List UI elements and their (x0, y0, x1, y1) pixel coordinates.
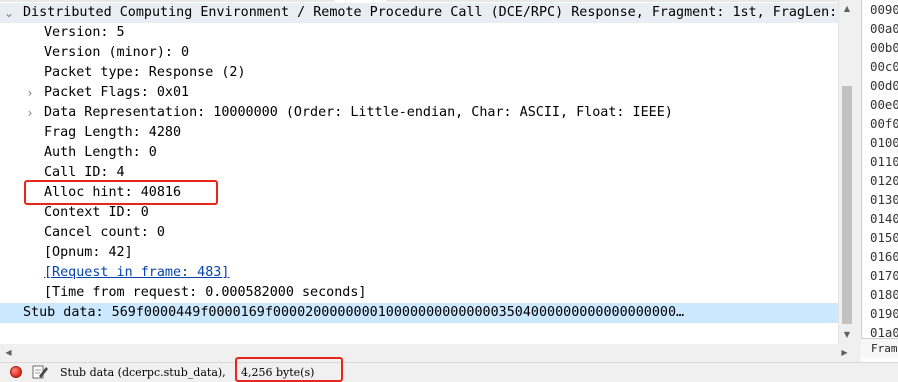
tree-row-version-minor[interactable]: Version (minor): 0 (0, 43, 838, 63)
hex-offset: 0170 (870, 268, 898, 283)
tree-row-label: Data Representation: 10000000 (Order: Li… (44, 105, 673, 120)
scroll-down-arrow-icon[interactable]: ▼ (839, 326, 855, 343)
tree-row-label: [Time from request: 0.000582000 seconds] (44, 285, 367, 300)
tree-row-data-representation[interactable]: › Data Representation: 10000000 (Order: … (0, 103, 838, 123)
packet-bytes-pane[interactable]: 0090 00a0 00b0 00c0 00d0 00e0 00f0 0100 … (861, 0, 898, 338)
expert-info-red-dot-icon[interactable] (10, 366, 22, 378)
alloc-hint-highlight-box (24, 180, 218, 205)
tree-row-label: Packet Flags: 0x01 (44, 85, 190, 100)
tree-row-label: Cancel count: 0 (44, 225, 165, 240)
hex-offset: 0110 (870, 154, 898, 169)
tree-row-request-in-frame[interactable]: [Request in frame: 483] (0, 263, 838, 283)
tree-row-label: Stub data: 569f0000449f0000169f000020000… (23, 305, 685, 320)
hex-offset: 0130 (870, 192, 898, 207)
packet-details-pane[interactable]: ⌄ Distributed Computing Environment / Re… (0, 0, 838, 344)
chevron-down-icon[interactable]: ⌄ (2, 3, 16, 23)
hex-offset: 00d0 (870, 78, 898, 93)
details-vertical-scrollbar[interactable]: ▲ ▼ (838, 0, 855, 344)
status-bar: Stub data (dcerpc.stub_data), 4,256 byte… (0, 357, 898, 382)
tree-row-cancel-count[interactable]: Cancel count: 0 (0, 223, 838, 243)
chevron-right-icon[interactable]: › (23, 83, 37, 103)
tree-row-dcerpc-header[interactable]: ⌄ Distributed Computing Environment / Re… (0, 3, 838, 23)
hex-offset: 00f0 (870, 116, 898, 131)
tree-row-frag-length[interactable]: Frag Length: 4280 (0, 123, 838, 143)
hex-offset: 01a0 (870, 325, 898, 338)
hex-offset: 0120 (870, 173, 898, 188)
tree-row-context-id[interactable]: Context ID: 0 (0, 203, 838, 223)
hex-offset: 00e0 (870, 97, 898, 112)
hex-offset: 0100 (870, 135, 898, 150)
hex-offset: 0140 (870, 211, 898, 226)
byte-count-highlight-box (235, 357, 343, 382)
edit-comment-icon[interactable] (31, 364, 49, 380)
request-frame-link[interactable]: [Request in frame: 483] (44, 263, 229, 283)
status-field-info: Stub data (dcerpc.stub_data), (60, 366, 226, 379)
hex-offset: 00a0 (870, 21, 898, 36)
scrollbar-thumb[interactable] (842, 86, 852, 324)
tree-row-opnum[interactable]: [Opnum: 42] (0, 243, 838, 263)
chevron-right-icon[interactable]: › (23, 103, 37, 123)
scroll-right-arrow-icon[interactable]: ▶ (836, 344, 853, 362)
hex-offset: 0190 (870, 306, 898, 321)
scroll-left-arrow-icon[interactable]: ◀ (0, 344, 17, 362)
tree-row-version[interactable]: Version: 5 (0, 23, 838, 43)
tree-row-label: Distributed Computing Environment / Remo… (23, 5, 838, 20)
hex-offset: 0090 (870, 2, 898, 17)
tree-row-time-from-request[interactable]: [Time from request: 0.000582000 seconds] (0, 283, 838, 303)
hex-offset: 00c0 (870, 59, 898, 74)
tree-row-label: [Opnum: 42] (44, 245, 133, 260)
tree-row-label: Version (minor): 0 (44, 45, 190, 60)
hex-offset: 0160 (870, 249, 898, 264)
details-horizontal-scrollbar[interactable]: ◀ ▶ (0, 344, 855, 362)
hex-offset: 0180 (870, 287, 898, 302)
hex-offset: 0150 (870, 230, 898, 245)
tree-row-auth-length[interactable]: Auth Length: 0 (0, 143, 838, 163)
scroll-up-arrow-icon[interactable]: ▲ (839, 0, 855, 17)
tree-row-label: Packet type: Response (2) (44, 65, 246, 80)
wireshark-window: ⌄ Distributed Computing Environment / Re… (0, 0, 898, 382)
tree-row-label: Auth Length: 0 (44, 145, 157, 160)
clipped-row-edge (0, 0, 838, 2)
tree-row-label: Context ID: 0 (44, 205, 149, 220)
tree-row-packet-type[interactable]: Packet type: Response (2) (0, 63, 838, 83)
hex-offset: 00b0 (870, 40, 898, 55)
tab-frame[interactable]: Frame (861, 338, 898, 358)
tree-row-packet-flags[interactable]: › Packet Flags: 0x01 (0, 83, 838, 103)
tree-row-label: Frag Length: 4280 (44, 125, 182, 140)
tree-row-stub-data-selected[interactable]: Stub data: 569f0000449f0000169f000020000… (0, 303, 838, 323)
tree-row-label: Version: 5 (44, 25, 125, 40)
